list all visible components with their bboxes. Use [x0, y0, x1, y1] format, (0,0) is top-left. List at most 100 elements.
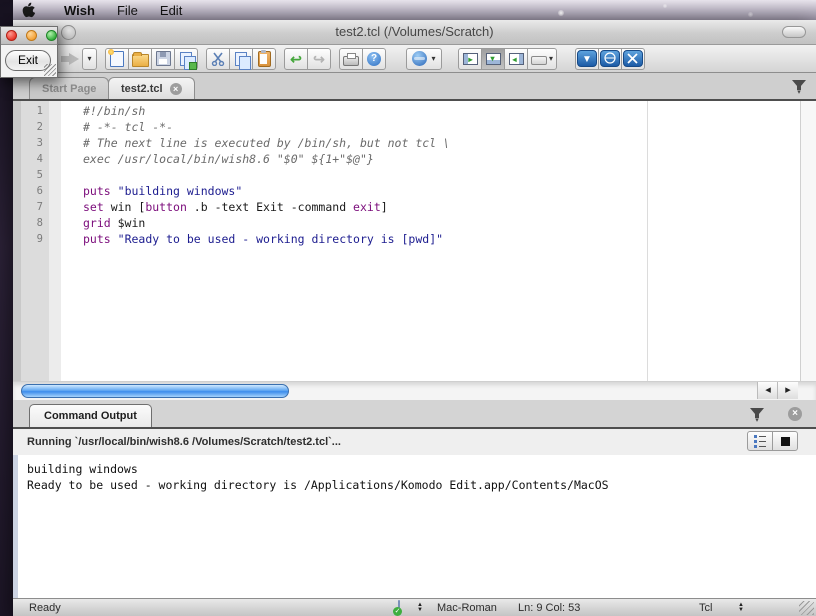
wallpaper-sparkle — [558, 10, 564, 16]
tab-start-page[interactable]: Start Page — [29, 77, 109, 99]
status-language[interactable]: Tcl — [699, 602, 712, 614]
menu-file[interactable]: File — [106, 3, 149, 18]
code-editor[interactable]: 1#!/bin/sh 2# -*- tcl -*- 3# The next li… — [13, 101, 816, 381]
editor-tab-strip: Start Page test2.tcl × ▾ — [13, 73, 816, 101]
pane-options-icon — [750, 408, 764, 414]
status-message: Ready — [29, 602, 61, 614]
show-left-pane-button[interactable]: ▸ — [458, 48, 482, 70]
tab-label: test2.tcl — [121, 83, 163, 95]
pane-minimized-icon — [531, 56, 547, 65]
output-controls — [748, 431, 798, 451]
code-line: 5 — [13, 167, 816, 183]
copy-button[interactable] — [229, 48, 253, 70]
new-file-icon — [110, 51, 124, 67]
forward-arrow-icon — [69, 53, 79, 65]
print-icon — [343, 56, 359, 66]
redo-button[interactable]: ↪ — [307, 48, 331, 70]
browser-button[interactable] — [598, 48, 622, 70]
pane-options-button[interactable]: ▾ — [527, 48, 557, 70]
title-bar[interactable]: test2.tcl (/Volumes/Scratch) — [13, 20, 816, 45]
close-pane-icon[interactable]: × — [788, 407, 802, 421]
globe-icon — [412, 51, 427, 66]
status-encoding[interactable]: Mac-Roman — [437, 602, 497, 614]
toolbox-icon — [623, 50, 643, 67]
print-button[interactable] — [339, 48, 363, 70]
apple-menu-icon[interactable] — [21, 2, 35, 18]
syntax-check-icon[interactable] — [398, 601, 400, 613]
open-button[interactable] — [128, 48, 152, 70]
forward-button[interactable] — [61, 53, 79, 65]
toolbar-toggle-pill[interactable] — [782, 26, 806, 38]
show-right-pane-button[interactable]: ◂ — [504, 48, 528, 70]
cut-button[interactable] — [206, 48, 230, 70]
menu-edit[interactable]: Edit — [149, 3, 193, 18]
paste-icon — [258, 51, 271, 67]
command-output-area[interactable]: building windows Ready to be used - work… — [13, 455, 816, 598]
pane-options-button[interactable]: ▾ — [750, 408, 764, 423]
status-cursor-position: Ln: 9 Col: 53 — [518, 602, 580, 614]
save-button[interactable] — [151, 48, 175, 70]
tab-options-icon — [792, 80, 806, 86]
code-line: 6puts "building windows" — [13, 183, 816, 199]
wish-title-bar[interactable] — [1, 27, 57, 45]
toolbox-button[interactable] — [621, 48, 645, 70]
start-page-icon: ▼ — [577, 50, 597, 67]
status-bar: Ready ▲▼ Mac-Roman Ln: 9 Col: 53 Tcl ▲▼ — [13, 598, 816, 616]
save-icon — [156, 51, 171, 66]
resize-grip[interactable] — [799, 601, 814, 615]
scroll-left-button[interactable]: ◂ — [757, 382, 778, 399]
stepper-icon[interactable]: ▲▼ — [417, 603, 423, 613]
wish-resize-grip[interactable] — [44, 64, 56, 76]
wish-window[interactable]: Exit — [0, 26, 58, 78]
running-command-text: Running `/usr/local/bin/wish8.6 /Volumes… — [27, 436, 341, 448]
toolbar: ▾ ↩ ↪ ? — [13, 45, 816, 73]
wallpaper-sparkle — [663, 4, 667, 8]
code-line: 1#!/bin/sh — [13, 103, 816, 119]
komodo-window: test2.tcl (/Volumes/Scratch) ▾ — [13, 20, 816, 616]
undo-button[interactable]: ↩ — [284, 48, 308, 70]
chevron-down-icon: ▾ — [797, 90, 801, 95]
forward-dropdown-button[interactable]: ▾ — [82, 48, 97, 70]
minimize-traffic-light[interactable] — [26, 30, 37, 41]
close-tab-icon[interactable]: × — [170, 83, 182, 95]
scrollbar-thumb[interactable] — [21, 384, 289, 398]
show-bottom-pane-button[interactable]: ▾ — [481, 48, 505, 70]
browser-icon — [600, 50, 620, 67]
paste-button[interactable] — [252, 48, 276, 70]
help-button[interactable]: ? — [362, 48, 386, 70]
open-folder-icon — [132, 54, 149, 67]
chevron-down-icon: ▾ — [431, 55, 435, 63]
toggle-view-button[interactable] — [747, 431, 773, 451]
output-margin — [13, 455, 18, 598]
close-traffic-light[interactable] — [6, 30, 17, 41]
code-line: 7set win [button .b -text Exit -command … — [13, 199, 816, 215]
tab-options-button[interactable]: ▾ — [792, 80, 806, 95]
scroll-right-button[interactable]: ▸ — [777, 382, 798, 399]
bottom-pane-icon: ▾ — [486, 53, 501, 65]
scissors-icon — [211, 52, 225, 66]
preview-in-browser-button[interactable]: ▾ — [406, 48, 442, 70]
forward-arrow-icon — [61, 56, 69, 62]
stepper-icon[interactable]: ▲▼ — [738, 603, 744, 613]
tab-command-output[interactable]: Command Output — [29, 404, 152, 427]
redo-icon: ↪ — [313, 52, 325, 66]
output-line: Ready to be used - working directory is … — [27, 477, 609, 493]
menu-bar: Wish File Edit — [13, 0, 816, 21]
sparkle-icon — [108, 49, 114, 55]
save-all-button[interactable] — [174, 48, 198, 70]
undo-icon: ↩ — [290, 52, 302, 66]
command-status-row: Running `/usr/local/bin/wish8.6 /Volumes… — [13, 429, 816, 456]
new-file-button[interactable] — [105, 48, 129, 70]
code-line: 4exec /usr/local/bin/wish8.6 "$0" ${1+"$… — [13, 151, 816, 167]
menu-wish[interactable]: Wish — [53, 3, 106, 18]
code-line: 2# -*- tcl -*- — [13, 119, 816, 135]
start-page-button[interactable]: ▼ — [575, 48, 599, 70]
code-line: 8grid $win — [13, 215, 816, 231]
bottom-pane-tab-bar: Command Output ▾ × — [13, 400, 816, 429]
tab-test2-tcl[interactable]: test2.tcl × — [108, 77, 195, 99]
output-line: building windows — [27, 461, 138, 477]
stop-button[interactable] — [772, 431, 798, 451]
copy-icon — [235, 52, 247, 66]
list-view-icon — [754, 435, 766, 447]
zoom-traffic-light[interactable] — [46, 30, 57, 41]
